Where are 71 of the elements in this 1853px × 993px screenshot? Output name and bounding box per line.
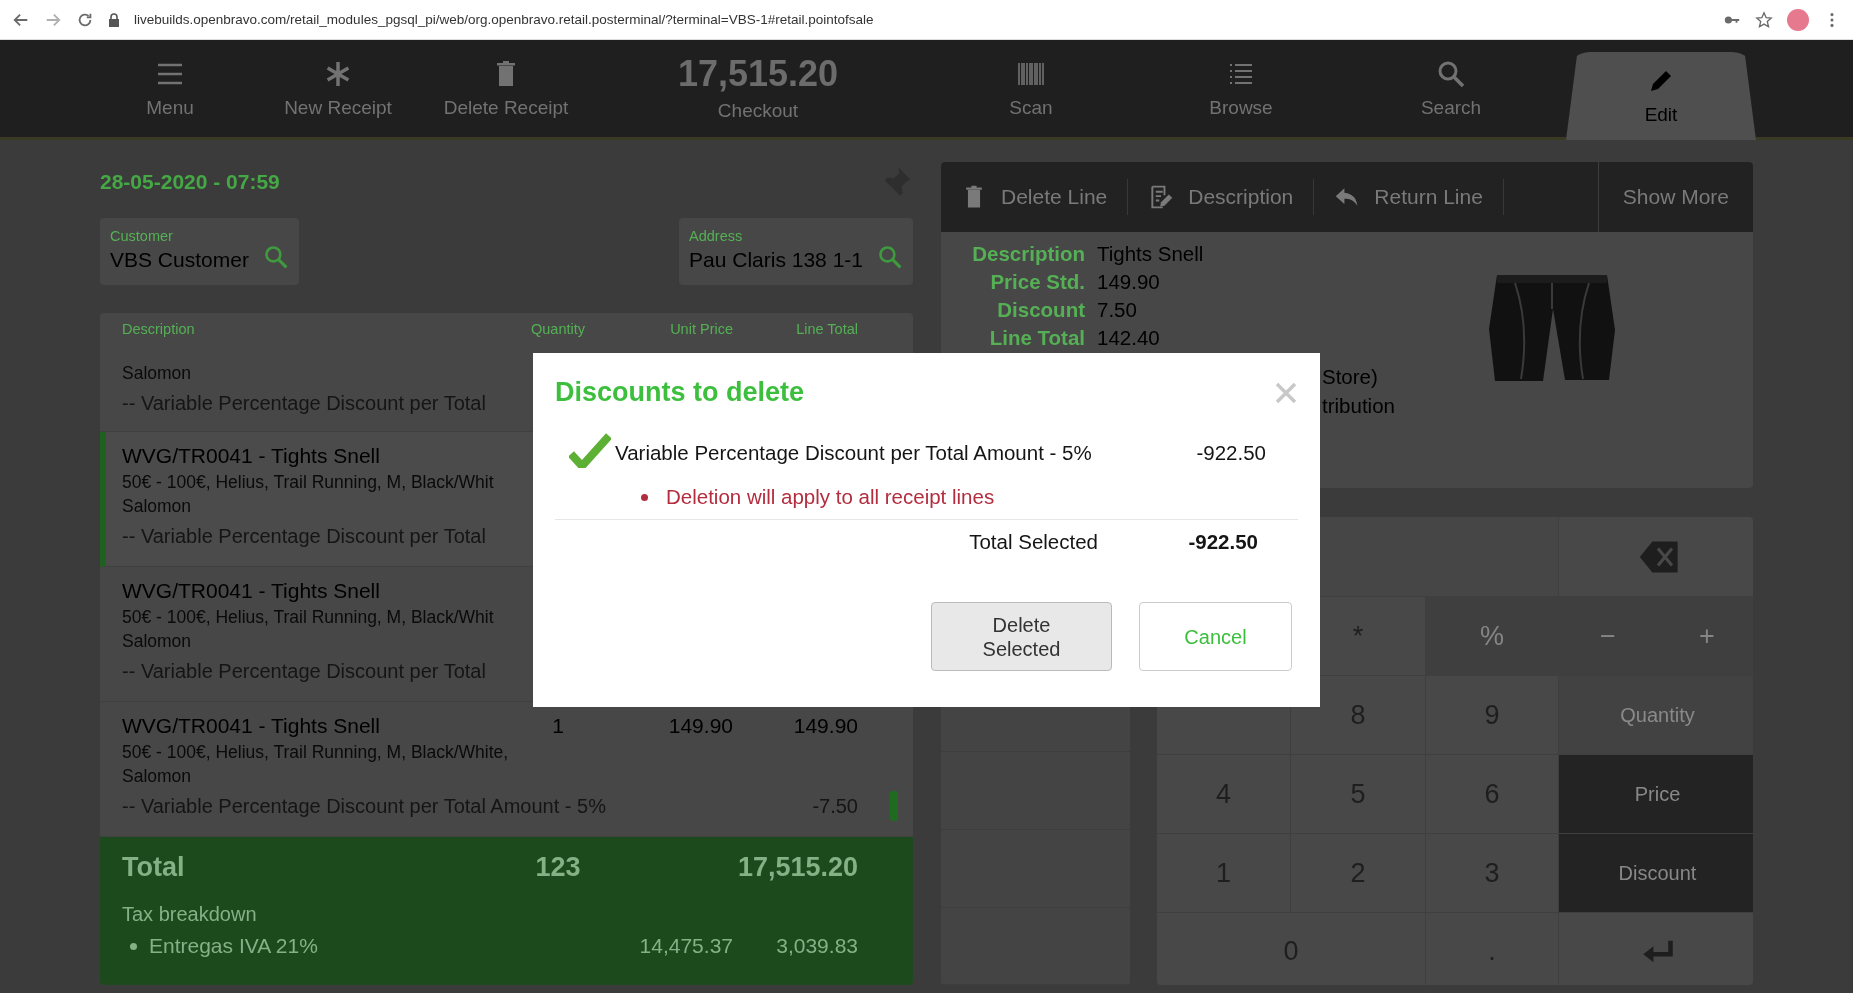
quantity: 1 [552, 714, 564, 737]
product-attributes: Salomon [122, 496, 192, 516]
column-header: Line Total [795, 321, 858, 337]
info-text: Store) [1322, 365, 1378, 388]
customer-field[interactable]: Customer VBS Customer [100, 218, 299, 285]
field-label: Description [971, 241, 1085, 267]
field-value: 7.50 [1097, 297, 1138, 323]
delete-button[interactable]: Delete Selected [931, 602, 1112, 671]
product-attributes: 50€ - 100€, Helius, Trail Running, M, Black/Whit [122, 472, 494, 492]
info-text: tribution [1322, 394, 1395, 417]
toolbar-button[interactable]: Browse [1136, 40, 1346, 137]
total-amount: 17,515.20 [736, 851, 858, 884]
field-value: Tights Snell [1097, 241, 1205, 267]
tax-name: Entregas IVA 21% [149, 933, 318, 959]
product-name: WVG/TR0041 - Tights Snell [122, 578, 381, 604]
field-label: Discount [996, 297, 1085, 323]
cancel-button[interactable]: Cancel [1139, 602, 1292, 671]
search-icon [262, 244, 289, 270]
toolbar-button[interactable]: Scan [926, 40, 1136, 137]
search-icon [877, 244, 903, 270]
product-attributes: 50€ - 100€, Helius, Trail Running, M, Black/White, [122, 742, 509, 762]
note-icon [1148, 184, 1175, 210]
toolbar-button[interactable]: Menu [86, 40, 254, 137]
line-indicator [890, 791, 898, 821]
url-text[interactable]: livebuilds.openbravo.com/retail_modules_pgsql_pi/web/org.openbravo.retail.posterminal/?terminal=VBS-1#retail.pointofsale [134, 12, 874, 27]
backspace-button[interactable] [1559, 517, 1753, 596]
dialog-title: Discounts to delete [555, 377, 805, 408]
discount-amount: -922.50 [1196, 440, 1266, 464]
field-label: Line Total [988, 325, 1085, 351]
product-name: WVG/TR0041 - Tights Snell [122, 713, 381, 739]
action-button[interactable]: Return Line [1314, 179, 1504, 215]
receipt-date: 28-05-2020 - 07:59 [100, 170, 280, 194]
total-quantity: 123 [534, 851, 582, 884]
product-attributes: 50€ - 100€, Helius, Trail Running, M, Black/Whit [122, 607, 494, 627]
show-more-button[interactable]: Show More [1597, 162, 1753, 232]
action-button[interactable]: Delete Line [941, 179, 1129, 215]
toolbar-button[interactable]: Search [1346, 40, 1556, 137]
product-attributes: Salomon [122, 631, 192, 651]
field-value: 142.40 [1097, 325, 1161, 351]
keypad-button[interactable]: Price [1559, 755, 1753, 833]
unit-price: 149.90 [668, 714, 733, 737]
close-button[interactable] [1274, 380, 1298, 405]
toolbar-button[interactable]: Delete Receipt [422, 40, 590, 137]
column-header: Unit Price [669, 321, 733, 337]
bullet [641, 493, 648, 501]
toolbar-button[interactable]: New Receipt [254, 40, 422, 137]
product-attributes: Salomon [122, 363, 192, 383]
total-label: Total Selected [969, 530, 1098, 553]
keypad-button[interactable]: . [1426, 913, 1558, 985]
tax-base: 14,475.37 [638, 933, 733, 959]
product-name: WVG/TR0041 - Tights Snell [122, 443, 381, 469]
bullet [130, 942, 137, 950]
star-icon[interactable] [1755, 10, 1773, 29]
column-header: Quantity [530, 321, 586, 337]
tax-amount: 3,039.83 [775, 933, 858, 959]
address-field[interactable]: Address Pau Claris 138 1-1 [679, 218, 913, 285]
action-button[interactable]: Description [1128, 179, 1315, 215]
line-total: 149.90 [793, 714, 858, 737]
toolbar-button[interactable]: 17,515.20 Checkout [590, 40, 926, 137]
total-label: Total [122, 851, 186, 884]
field-label: Price Std. [989, 269, 1085, 295]
column-header: Description [122, 321, 196, 337]
tax-breakdown-title: Tax breakdown [122, 903, 257, 925]
product-attributes: Salomon [122, 766, 192, 786]
keypad-button[interactable]: Discount [1559, 834, 1753, 912]
avatar[interactable] [1787, 8, 1809, 31]
toolbar-tab[interactable]: Edit [1566, 52, 1756, 140]
field-value: 149.90 [1097, 269, 1161, 295]
lock-icon [108, 12, 120, 27]
check-icon[interactable] [569, 432, 611, 468]
total-value: -922.50 [1188, 530, 1258, 553]
